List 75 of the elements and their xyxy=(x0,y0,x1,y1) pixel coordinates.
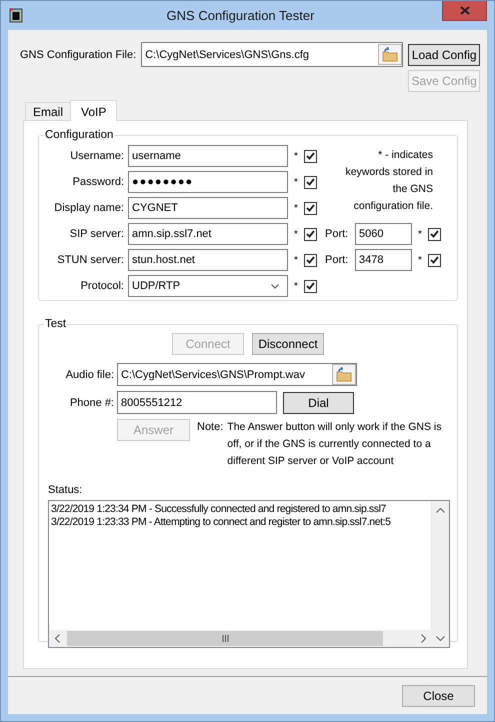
note-label: Note: xyxy=(197,420,224,435)
chevron-right-icon xyxy=(421,634,426,643)
checkmark-icon xyxy=(306,178,315,186)
field-label: SIP server: xyxy=(68,228,124,240)
file-path-field[interactable]: C:\CygNet\Services\GNS\Prompt.wav xyxy=(117,363,357,386)
field-label: Port: xyxy=(324,254,350,266)
keyword-marker: * xyxy=(417,228,423,240)
disconnect-button[interactable]: Disconnect xyxy=(252,333,324,355)
checkbox[interactable] xyxy=(304,280,317,292)
chevron-down-icon xyxy=(436,636,445,641)
status-line: 3/22/2019 1:23:33 PM - Attempting to connect and register to amn.sip.ssl7.net:5 xyxy=(51,516,392,529)
checkmark-icon xyxy=(430,256,439,264)
close-button[interactable]: Close xyxy=(402,684,475,706)
checkmark-icon xyxy=(430,230,439,238)
checkbox[interactable] xyxy=(304,176,317,188)
field-label: Status: xyxy=(48,484,84,496)
window-title: GNS Configuration Tester xyxy=(166,8,316,23)
close-icon xyxy=(460,6,470,15)
keyword-marker: * xyxy=(293,202,299,214)
field-label: Display name: xyxy=(53,202,124,214)
group-title: Test xyxy=(44,318,68,330)
field-label: Audio file: xyxy=(64,368,114,380)
close-window-button[interactable] xyxy=(442,1,487,21)
field-label: STUN server: xyxy=(56,254,124,266)
folder-icon xyxy=(336,367,352,382)
keyword-marker: * xyxy=(293,150,299,162)
vertical-scrollbar[interactable] xyxy=(431,501,449,647)
input-field[interactable]: CYGNET xyxy=(128,197,288,219)
dial-button[interactable]: Dial xyxy=(283,392,354,414)
folder-icon xyxy=(382,47,398,62)
file-path-field[interactable]: C:\CygNet\Services\GNS\Gns.cfg xyxy=(141,42,404,67)
note-text: The Answer button will only work if the GNS is off, or if the GNS is currently connected to a different SIP server or VoIP account xyxy=(227,420,442,469)
chevron-left-icon xyxy=(55,634,60,643)
load-config-button[interactable]: Load Config xyxy=(408,44,480,66)
keyword-marker: * xyxy=(293,176,299,188)
checkbox[interactable] xyxy=(428,228,441,240)
input-field[interactable]: username xyxy=(128,145,288,167)
keyword-marker: * xyxy=(293,228,299,240)
field-label: GNS Configuration File: xyxy=(20,48,136,60)
checkmark-icon xyxy=(306,282,315,290)
field-label: Password: xyxy=(72,176,124,188)
chevron-down-icon xyxy=(271,284,279,288)
app-icon xyxy=(9,8,23,23)
phone-field[interactable]: 8005551212 xyxy=(117,391,277,414)
status-line: 3/22/2019 1:23:34 PM - Successfully connected and registered to amn.sip.ssl7 xyxy=(51,503,387,516)
chevron-up-icon xyxy=(436,508,445,513)
checkbox[interactable] xyxy=(304,254,317,266)
checkmark-icon xyxy=(306,256,315,264)
field-label: Port: xyxy=(324,228,350,240)
field-label: Username: xyxy=(69,150,124,162)
horizontal-scrollbar[interactable] xyxy=(49,630,432,647)
legend-note: * - indicates keywords stored in the GNS configuration file. xyxy=(344,148,434,214)
checkbox[interactable] xyxy=(304,202,317,214)
checkbox[interactable] xyxy=(428,254,441,266)
grip-icon xyxy=(222,635,228,642)
checkmark-icon xyxy=(306,230,315,238)
port-field[interactable]: 5060 xyxy=(355,223,412,245)
checkbox[interactable] xyxy=(304,228,317,240)
field-label: Protocol: xyxy=(80,280,124,292)
field-label: Phone #: xyxy=(68,396,114,408)
input-field[interactable]: amn.sip.ssl7.net xyxy=(128,223,288,245)
tab[interactable]: Email xyxy=(25,102,72,120)
protocol-dropdown[interactable]: UDP/RTP xyxy=(128,275,288,297)
tab[interactable]: VoIP xyxy=(70,100,118,121)
keyword-marker: * xyxy=(293,280,299,292)
checkmark-icon xyxy=(306,152,315,160)
password-field[interactable]: ●●●●●●●● xyxy=(128,171,288,193)
port-field[interactable]: 3478 xyxy=(355,249,412,271)
checkmark-icon xyxy=(306,204,315,212)
keyword-marker: * xyxy=(293,254,299,266)
browse-button[interactable] xyxy=(378,44,402,65)
input-field[interactable]: stun.host.net xyxy=(128,249,288,271)
group-title: Configuration xyxy=(44,129,114,141)
keyword-marker: * xyxy=(417,254,423,266)
checkbox[interactable] xyxy=(304,150,317,162)
